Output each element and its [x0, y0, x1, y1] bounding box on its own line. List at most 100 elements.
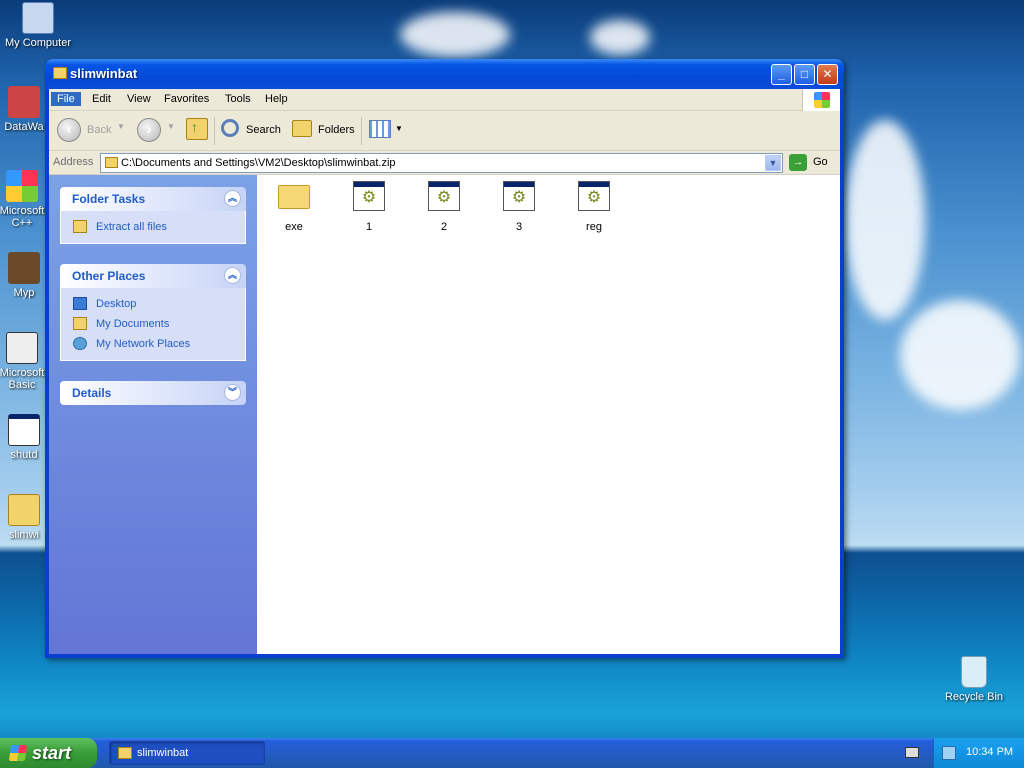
folders-button[interactable]: Folders — [318, 124, 355, 136]
close-button[interactable]: ✕ — [817, 64, 838, 85]
search-icon — [221, 119, 239, 137]
desktop-icon-microsoft-basic[interactable]: Microsoft Basic — [0, 332, 48, 391]
views-button[interactable]: ▼ — [369, 120, 405, 140]
taskbar-item-label: slimwinbat — [137, 747, 189, 759]
up-folder-button[interactable]: ↑ — [186, 118, 208, 140]
file-item[interactable]: reg — [564, 181, 624, 233]
recycle-bin-icon — [961, 656, 987, 688]
desktop-icon-microsoft-cpp[interactable]: Microsoft C++ — [0, 170, 48, 229]
start-button[interactable]: start — [0, 738, 97, 768]
taskbar: start slimwinbat 10:34 PM — [0, 738, 1024, 768]
batch-file-icon — [578, 181, 610, 211]
menu-bar: File Edit View Favorites Tools Help — [49, 89, 840, 111]
shortcut-icon — [8, 252, 40, 284]
file-name: exe — [285, 221, 303, 233]
up-arrow-icon: ↑ — [191, 119, 198, 135]
explorer-window: slimwinbat _ □ ✕ File Edit View Favorite… — [45, 59, 844, 658]
network-status-icon[interactable] — [942, 746, 956, 760]
details-panel: Details ︾ — [60, 381, 246, 405]
search-button[interactable]: Search — [246, 124, 281, 136]
menu-favorites[interactable]: Favorites — [158, 92, 215, 106]
file-item[interactable]: 1 — [339, 181, 399, 233]
place-my-network-places[interactable]: My Network Places — [73, 334, 245, 354]
menu-edit[interactable]: Edit — [86, 92, 117, 106]
back-button[interactable]: Back — [87, 124, 111, 136]
window-content: Folder Tasks ︽ Extract all files Other P… — [49, 175, 840, 654]
back-arrow-icon[interactable]: ‹ — [57, 118, 81, 142]
extract-icon — [73, 220, 87, 233]
task-extract-all-files[interactable]: Extract all files — [73, 217, 245, 237]
desktop-icon-shutd[interactable]: shutd — [4, 414, 44, 461]
zip-folder-icon — [105, 157, 118, 168]
file-list: exe 1 2 3 reg — [257, 175, 840, 654]
back-dropdown-icon[interactable]: ▼ — [117, 122, 125, 131]
toolbar-separator — [214, 117, 215, 145]
system-tray: 10:34 PM — [933, 738, 1024, 768]
go-arrow-icon: → — [789, 154, 807, 171]
file-item[interactable]: 3 — [489, 181, 549, 233]
collapse-chevron-icon[interactable]: ︽ — [224, 190, 241, 207]
minimize-button[interactable]: _ — [771, 64, 792, 85]
desktop-icon-label: Recycle Bin — [944, 691, 1004, 703]
taskbar-item-slimwinbat[interactable]: slimwinbat — [109, 741, 265, 765]
menu-tools[interactable]: Tools — [219, 92, 257, 106]
clock[interactable]: 10:34 PM — [966, 746, 1013, 758]
chevron-down-icon[interactable]: ▼ — [765, 155, 781, 171]
shortcut-icon — [6, 332, 38, 364]
address-input[interactable]: C:\Documents and Settings\VM2\Desktop\sl… — [100, 153, 783, 173]
cloud — [400, 12, 510, 57]
desktop-icon-label: Myp — [13, 287, 35, 299]
keyboard-icon[interactable] — [905, 747, 919, 758]
documents-icon — [73, 317, 87, 330]
expand-chevron-icon[interactable]: ︾ — [224, 384, 241, 401]
zip-folder-icon — [53, 67, 67, 79]
desktop-icon-label: Microsoft C++ — [0, 205, 45, 229]
collapse-chevron-icon[interactable]: ︽ — [224, 267, 241, 284]
menu-view[interactable]: View — [121, 92, 157, 106]
file-name: 1 — [365, 221, 373, 233]
shortcut-icon — [8, 86, 40, 118]
file-item[interactable]: 2 — [414, 181, 474, 233]
title-bar[interactable]: slimwinbat _ □ ✕ — [45, 59, 844, 89]
folder-tasks-panel: Folder Tasks ︽ Extract all files — [60, 187, 246, 244]
shortcut-icon — [6, 170, 38, 202]
chevron-down-icon: ▼ — [395, 124, 403, 133]
cloud — [845, 120, 925, 320]
panel-header[interactable]: Details ︾ — [60, 381, 246, 405]
computer-icon — [22, 2, 54, 34]
go-label: Go — [813, 156, 828, 168]
forward-button[interactable]: › — [137, 118, 161, 142]
toolbar: ‹ Back ▼ › ▼ ↑ Search Folders ▼ — [49, 111, 840, 151]
forward-dropdown-icon[interactable]: ▼ — [167, 122, 175, 131]
maximize-button[interactable]: □ — [794, 64, 815, 85]
batch-file-icon — [503, 181, 535, 211]
panel-title: Details — [72, 386, 112, 400]
file-name: 2 — [440, 221, 448, 233]
file-name: reg — [586, 221, 602, 233]
zip-folder-icon — [8, 494, 40, 526]
desktop-icon-label: My Computer — [4, 37, 72, 49]
cloud — [590, 20, 650, 55]
menu-help[interactable]: Help — [259, 92, 294, 106]
place-my-documents[interactable]: My Documents — [73, 314, 245, 334]
desktop-icon-myp[interactable]: Myp — [4, 252, 44, 299]
desktop-icon-slimwi[interactable]: slimwi — [4, 494, 44, 541]
file-name: 3 — [515, 221, 523, 233]
file-item[interactable]: exe — [264, 181, 324, 233]
views-icon — [369, 120, 391, 138]
cloud — [900, 300, 1020, 410]
panel-header[interactable]: Other Places ︽ — [60, 264, 246, 288]
panel-header[interactable]: Folder Tasks ︽ — [60, 187, 246, 211]
desktop-icon-label: shutd — [10, 449, 38, 461]
place-label: Desktop — [96, 298, 137, 310]
menu-file[interactable]: File — [51, 92, 81, 106]
batch-file-icon — [8, 414, 40, 446]
task-label: Extract all files — [96, 221, 167, 233]
desktop-icon-my-computer[interactable]: My Computer — [0, 2, 76, 49]
go-button[interactable]: → Go — [789, 153, 831, 173]
windows-logo-icon — [8, 745, 28, 761]
other-places-panel: Other Places ︽ Desktop My Documents My N… — [60, 264, 246, 361]
folder-icon — [278, 185, 310, 209]
place-desktop[interactable]: Desktop — [73, 294, 245, 314]
desktop-icon-recycle-bin[interactable]: Recycle Bin — [936, 656, 1012, 703]
